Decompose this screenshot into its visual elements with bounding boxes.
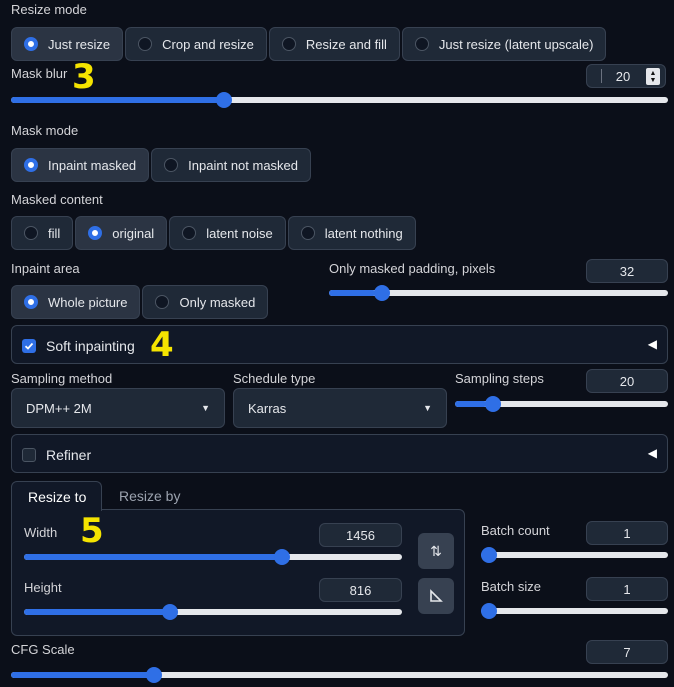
radio-icon — [164, 158, 179, 172]
height-input[interactable]: 816 — [319, 578, 402, 602]
swap-arrows-icon: ⇅ — [430, 542, 442, 559]
slider-fill — [329, 290, 377, 296]
height-slider[interactable] — [24, 604, 402, 620]
sampling-steps-slider[interactable] — [455, 396, 668, 412]
masked-content-label: Masked content — [11, 192, 103, 207]
schedule-type-label: Schedule type — [233, 371, 316, 386]
tab-resize-by[interactable]: Resize by — [119, 488, 180, 504]
width-label: Width — [24, 525, 58, 540]
tab-resize-to[interactable]: Resize to — [11, 481, 102, 511]
slider-track — [481, 608, 668, 614]
slider-thumb[interactable] — [481, 603, 497, 619]
masked-content-group: fill original latent noise latent nothin… — [11, 216, 416, 250]
text-cursor — [601, 69, 602, 83]
checkbox-checked-icon[interactable] — [22, 339, 36, 353]
annotation-4: 4 — [150, 325, 174, 365]
sampling-method-label: Sampling method — [11, 371, 113, 386]
sampling-method-dropdown[interactable]: DPM++ 2M ▼ — [11, 388, 225, 428]
resize-mode-latent-upscale[interactable]: Just resize (latent upscale) — [401, 27, 607, 61]
radio-icon — [414, 37, 429, 51]
slider-fill — [11, 672, 149, 678]
batch-size-slider[interactable] — [481, 603, 668, 619]
only-masked-padding-slider[interactable] — [329, 285, 668, 301]
radio-selected-icon — [24, 158, 38, 172]
resize-mode-group: Just resize Crop and resize Resize and f… — [11, 27, 607, 61]
collapse-triangle-icon[interactable]: ◀ — [648, 446, 657, 460]
width-slider[interactable] — [24, 549, 402, 565]
slider-fill — [455, 401, 487, 407]
slider-thumb[interactable] — [145, 667, 162, 683]
collapse-triangle-icon[interactable]: ◀ — [648, 337, 657, 351]
masked-content-fill[interactable]: fill — [11, 216, 74, 250]
height-label: Height — [24, 580, 62, 595]
slider-thumb[interactable] — [161, 604, 178, 620]
masked-content-latent-nothing[interactable]: latent nothing — [287, 216, 416, 250]
chevron-down-icon: ▼ — [201, 403, 210, 413]
resize-mode-resize-and-fill[interactable]: Resize and fill — [268, 27, 400, 61]
only-masked-padding-input[interactable]: 32 — [586, 259, 668, 283]
radio-icon — [281, 37, 296, 51]
resize-mode-label: Resize mode — [11, 2, 87, 17]
radio-selected-icon — [24, 295, 38, 309]
slider-thumb[interactable] — [484, 396, 501, 412]
slider-track — [481, 552, 668, 558]
resize-mode-just-resize[interactable]: Just resize — [11, 27, 124, 61]
slider-thumb[interactable] — [481, 547, 497, 563]
slider-thumb[interactable] — [273, 549, 290, 565]
chevron-down-icon: ▼ — [423, 403, 432, 413]
soft-inpainting-accordion[interactable]: Soft inpainting ◀ — [11, 325, 668, 364]
inpaint-area-only-masked[interactable]: Only masked — [142, 285, 269, 319]
radio-selected-icon — [24, 37, 38, 51]
mask-blur-slider[interactable] — [11, 92, 668, 108]
mask-mode-inpaint-masked[interactable]: Inpaint masked — [11, 148, 150, 182]
checkbox-icon[interactable] — [22, 448, 36, 462]
spinner-arrows-icon[interactable]: ▲ ▼ — [646, 68, 660, 85]
refiner-toggle[interactable]: Refiner — [22, 447, 91, 463]
radio-icon — [24, 226, 38, 240]
soft-inpainting-toggle[interactable]: Soft inpainting — [22, 338, 135, 354]
aspect-ratio-button[interactable] — [418, 578, 454, 614]
mask-mode-inpaint-not-masked[interactable]: Inpaint not masked — [151, 148, 312, 182]
mask-blur-label: Mask blur — [11, 66, 68, 81]
slider-thumb[interactable] — [374, 285, 391, 301]
radio-icon — [138, 37, 153, 51]
resize-mode-crop-and-resize[interactable]: Crop and resize — [125, 27, 267, 61]
sampling-steps-input[interactable]: 20 — [586, 369, 668, 393]
slider-fill — [24, 554, 285, 560]
mask-blur-number-input[interactable]: 20 ▲ ▼ — [586, 64, 666, 88]
annotation-3: 3 — [72, 57, 96, 97]
slider-fill — [24, 609, 168, 615]
cfg-scale-input[interactable]: 7 — [586, 640, 668, 664]
mask-mode-group: Inpaint masked Inpaint not masked — [11, 148, 312, 182]
batch-size-input[interactable]: 1 — [586, 577, 668, 601]
schedule-type-dropdown[interactable]: Karras ▼ — [233, 388, 447, 428]
width-input[interactable]: 1456 — [319, 523, 402, 547]
cfg-scale-slider[interactable] — [11, 667, 668, 683]
slider-fill — [11, 97, 222, 103]
batch-count-slider[interactable] — [481, 547, 668, 563]
masked-content-latent-noise[interactable]: latent noise — [169, 216, 286, 250]
swap-dimensions-button[interactable]: ⇅ — [418, 533, 454, 569]
inpaint-area-group: Whole picture Only masked — [11, 285, 269, 319]
batch-count-input[interactable]: 1 — [586, 521, 668, 545]
masked-content-original[interactable]: original — [75, 216, 168, 250]
only-masked-padding-label: Only masked padding, pixels — [329, 261, 496, 276]
slider-thumb[interactable] — [216, 92, 233, 108]
inpaint-area-whole-picture[interactable]: Whole picture — [11, 285, 141, 319]
sampling-steps-label: Sampling steps — [455, 371, 544, 386]
cfg-scale-label: CFG Scale — [11, 642, 75, 657]
radio-selected-icon — [88, 226, 103, 240]
batch-count-label: Batch count — [481, 523, 550, 538]
aspect-ratio-icon — [430, 589, 443, 602]
inpaint-area-label: Inpaint area — [11, 261, 80, 276]
refiner-accordion[interactable]: Refiner ◀ — [11, 434, 668, 473]
radio-icon — [182, 226, 197, 240]
radio-icon — [300, 226, 315, 240]
annotation-5: 5 — [80, 511, 104, 551]
radio-icon — [155, 295, 170, 309]
batch-size-label: Batch size — [481, 579, 541, 594]
mask-mode-label: Mask mode — [11, 123, 79, 138]
